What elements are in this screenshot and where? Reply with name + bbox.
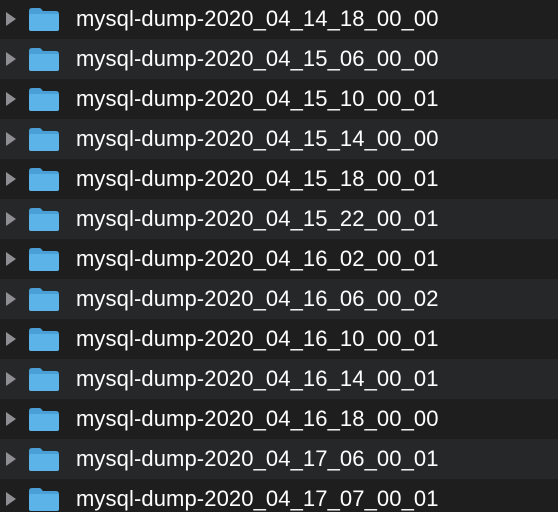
- chevron-right-icon[interactable]: [6, 132, 16, 146]
- folder-name: mysql-dump-2020_04_15_06_00_00: [76, 46, 439, 71]
- chevron-right-icon[interactable]: [6, 212, 16, 226]
- chevron-right-icon[interactable]: [6, 12, 16, 26]
- list-item[interactable]: mysql-dump-2020_04_15_06_00_00: [0, 39, 558, 79]
- list-item[interactable]: mysql-dump-2020_04_15_18_00_01: [0, 159, 558, 199]
- list-item[interactable]: mysql-dump-2020_04_14_18_00_00: [0, 0, 558, 39]
- list-item[interactable]: mysql-dump-2020_04_15_14_00_00: [0, 119, 558, 159]
- folder-icon: [29, 487, 59, 511]
- list-item[interactable]: mysql-dump-2020_04_17_06_00_01: [0, 439, 558, 479]
- chevron-right-icon[interactable]: [6, 172, 16, 186]
- list-item[interactable]: mysql-dump-2020_04_15_22_00_01: [0, 199, 558, 239]
- list-item[interactable]: mysql-dump-2020_04_16_18_00_00: [0, 399, 558, 439]
- folder-icon: [29, 127, 59, 151]
- folder-name: mysql-dump-2020_04_17_07_00_01: [76, 486, 439, 511]
- chevron-right-icon[interactable]: [6, 372, 16, 386]
- list-item[interactable]: mysql-dump-2020_04_17_07_00_01: [0, 479, 558, 512]
- folder-icon: [29, 47, 59, 71]
- chevron-right-icon[interactable]: [6, 252, 16, 266]
- chevron-right-icon[interactable]: [6, 92, 16, 106]
- folder-name: mysql-dump-2020_04_14_18_00_00: [76, 6, 439, 31]
- folder-icon: [29, 7, 59, 31]
- folder-icon: [29, 287, 59, 311]
- folder-icon: [29, 367, 59, 391]
- folder-name: mysql-dump-2020_04_15_22_00_01: [76, 206, 439, 231]
- list-item[interactable]: mysql-dump-2020_04_16_10_00_01: [0, 319, 558, 359]
- folder-name: mysql-dump-2020_04_16_06_00_02: [76, 286, 439, 311]
- chevron-right-icon[interactable]: [6, 52, 16, 66]
- chevron-right-icon[interactable]: [6, 292, 16, 306]
- folder-icon: [29, 447, 59, 471]
- folder-name: mysql-dump-2020_04_15_18_00_01: [76, 166, 439, 191]
- chevron-right-icon[interactable]: [6, 452, 16, 466]
- chevron-right-icon[interactable]: [6, 412, 16, 426]
- folder-icon: [29, 207, 59, 231]
- list-item[interactable]: mysql-dump-2020_04_16_14_00_01: [0, 359, 558, 399]
- chevron-right-icon[interactable]: [6, 492, 16, 506]
- folder-name: mysql-dump-2020_04_16_18_00_00: [76, 406, 439, 431]
- folder-name: mysql-dump-2020_04_15_14_00_00: [76, 126, 439, 151]
- list-item[interactable]: mysql-dump-2020_04_16_06_00_02: [0, 279, 558, 319]
- folder-icon: [29, 87, 59, 111]
- list-item[interactable]: mysql-dump-2020_04_16_02_00_01: [0, 239, 558, 279]
- folder-icon: [29, 327, 59, 351]
- folder-icon: [29, 407, 59, 431]
- folder-name: mysql-dump-2020_04_15_10_00_01: [76, 86, 439, 111]
- folder-name: mysql-dump-2020_04_16_10_00_01: [76, 326, 439, 351]
- file-list: mysql-dump-2020_04_14_18_00_00 mysql-dum…: [0, 0, 558, 512]
- folder-name: mysql-dump-2020_04_17_06_00_01: [76, 446, 439, 471]
- chevron-right-icon[interactable]: [6, 332, 16, 346]
- folder-name: mysql-dump-2020_04_16_02_00_01: [76, 246, 439, 271]
- folder-name: mysql-dump-2020_04_16_14_00_01: [76, 366, 439, 391]
- list-item[interactable]: mysql-dump-2020_04_15_10_00_01: [0, 79, 558, 119]
- folder-icon: [29, 247, 59, 271]
- folder-icon: [29, 167, 59, 191]
